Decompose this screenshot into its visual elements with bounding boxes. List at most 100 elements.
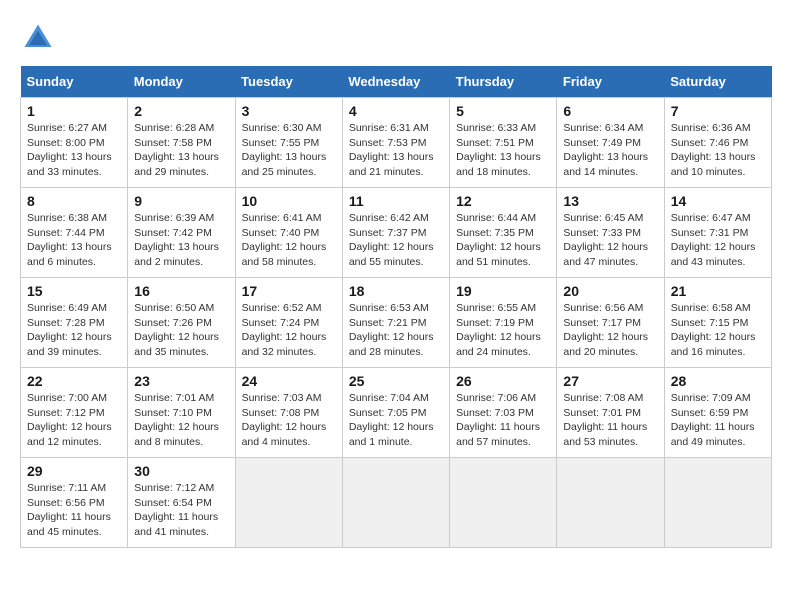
day-info: Sunrise: 7:09 AMSunset: 6:59 PMDaylight:… bbox=[671, 391, 765, 450]
weekday-header-friday: Friday bbox=[557, 66, 664, 98]
day-info: Sunrise: 6:33 AMSunset: 7:51 PMDaylight:… bbox=[456, 121, 550, 180]
calendar-cell bbox=[342, 458, 449, 548]
day-info: Sunrise: 7:00 AMSunset: 7:12 PMDaylight:… bbox=[27, 391, 121, 450]
day-number: 18 bbox=[349, 283, 443, 299]
day-number: 27 bbox=[563, 373, 657, 389]
calendar-cell: 19 Sunrise: 6:55 AMSunset: 7:19 PMDayligh… bbox=[450, 278, 557, 368]
day-info: Sunrise: 6:41 AMSunset: 7:40 PMDaylight:… bbox=[242, 211, 336, 270]
calendar-cell: 16 Sunrise: 6:50 AMSunset: 7:26 PMDayligh… bbox=[128, 278, 235, 368]
calendar-cell: 29 Sunrise: 7:11 AMSunset: 6:56 PMDayligh… bbox=[21, 458, 128, 548]
day-number: 7 bbox=[671, 103, 765, 119]
calendar-week-6: 29 Sunrise: 7:11 AMSunset: 6:56 PMDayligh… bbox=[21, 458, 772, 548]
calendar-cell bbox=[450, 458, 557, 548]
calendar-cell bbox=[664, 458, 771, 548]
day-number: 5 bbox=[456, 103, 550, 119]
day-number: 15 bbox=[27, 283, 121, 299]
calendar-cell: 25 Sunrise: 7:04 AMSunset: 7:05 PMDayligh… bbox=[342, 368, 449, 458]
calendar-cell: 20 Sunrise: 6:56 AMSunset: 7:17 PMDayligh… bbox=[557, 278, 664, 368]
day-number: 2 bbox=[134, 103, 228, 119]
day-info: Sunrise: 6:30 AMSunset: 7:55 PMDaylight:… bbox=[242, 121, 336, 180]
day-info: Sunrise: 7:11 AMSunset: 6:56 PMDaylight:… bbox=[27, 481, 121, 540]
calendar-cell bbox=[557, 458, 664, 548]
day-info: Sunrise: 6:27 AMSunset: 8:00 PMDaylight:… bbox=[27, 121, 121, 180]
calendar-cell: 15 Sunrise: 6:49 AMSunset: 7:28 PMDayligh… bbox=[21, 278, 128, 368]
day-number: 11 bbox=[349, 193, 443, 209]
logo bbox=[20, 20, 62, 56]
day-number: 16 bbox=[134, 283, 228, 299]
calendar-cell: 30 Sunrise: 7:12 AMSunset: 6:54 PMDayligh… bbox=[128, 458, 235, 548]
day-info: Sunrise: 6:38 AMSunset: 7:44 PMDaylight:… bbox=[27, 211, 121, 270]
day-number: 26 bbox=[456, 373, 550, 389]
day-info: Sunrise: 6:28 AMSunset: 7:58 PMDaylight:… bbox=[134, 121, 228, 180]
day-info: Sunrise: 6:56 AMSunset: 7:17 PMDaylight:… bbox=[563, 301, 657, 360]
weekday-header-sunday: Sunday bbox=[21, 66, 128, 98]
calendar-cell: 2 Sunrise: 6:28 AMSunset: 7:58 PMDaylight… bbox=[128, 98, 235, 188]
day-info: Sunrise: 7:12 AMSunset: 6:54 PMDaylight:… bbox=[134, 481, 228, 540]
day-number: 9 bbox=[134, 193, 228, 209]
day-info: Sunrise: 6:49 AMSunset: 7:28 PMDaylight:… bbox=[27, 301, 121, 360]
day-info: Sunrise: 6:31 AMSunset: 7:53 PMDaylight:… bbox=[349, 121, 443, 180]
calendar-cell: 10 Sunrise: 6:41 AMSunset: 7:40 PMDayligh… bbox=[235, 188, 342, 278]
day-number: 13 bbox=[563, 193, 657, 209]
weekday-header-tuesday: Tuesday bbox=[235, 66, 342, 98]
calendar-table: SundayMondayTuesdayWednesdayThursdayFrid… bbox=[20, 66, 772, 548]
day-number: 6 bbox=[563, 103, 657, 119]
calendar-week-2: 1Sunrise: 6:27 AMSunset: 8:00 PMDaylight… bbox=[21, 98, 772, 188]
day-info: Sunrise: 6:53 AMSunset: 7:21 PMDaylight:… bbox=[349, 301, 443, 360]
calendar-cell: 18 Sunrise: 6:53 AMSunset: 7:21 PMDayligh… bbox=[342, 278, 449, 368]
day-number: 30 bbox=[134, 463, 228, 479]
calendar-cell: 4 Sunrise: 6:31 AMSunset: 7:53 PMDaylight… bbox=[342, 98, 449, 188]
day-info: Sunrise: 6:39 AMSunset: 7:42 PMDaylight:… bbox=[134, 211, 228, 270]
day-number: 17 bbox=[242, 283, 336, 299]
calendar-cell: 6 Sunrise: 6:34 AMSunset: 7:49 PMDaylight… bbox=[557, 98, 664, 188]
logo-icon bbox=[20, 20, 56, 56]
calendar-week-3: 8 Sunrise: 6:38 AMSunset: 7:44 PMDaylight… bbox=[21, 188, 772, 278]
day-number: 25 bbox=[349, 373, 443, 389]
day-number: 3 bbox=[242, 103, 336, 119]
calendar-cell: 24 Sunrise: 7:03 AMSunset: 7:08 PMDayligh… bbox=[235, 368, 342, 458]
weekday-header-wednesday: Wednesday bbox=[342, 66, 449, 98]
day-number: 19 bbox=[456, 283, 550, 299]
calendar-cell: 1Sunrise: 6:27 AMSunset: 8:00 PMDaylight… bbox=[21, 98, 128, 188]
day-number: 29 bbox=[27, 463, 121, 479]
day-info: Sunrise: 6:55 AMSunset: 7:19 PMDaylight:… bbox=[456, 301, 550, 360]
calendar-cell: 27 Sunrise: 7:08 AMSunset: 7:01 PMDayligh… bbox=[557, 368, 664, 458]
weekday-header-row: SundayMondayTuesdayWednesdayThursdayFrid… bbox=[21, 66, 772, 98]
calendar-week-5: 22 Sunrise: 7:00 AMSunset: 7:12 PMDayligh… bbox=[21, 368, 772, 458]
calendar-cell: 17 Sunrise: 6:52 AMSunset: 7:24 PMDayligh… bbox=[235, 278, 342, 368]
calendar-cell: 22 Sunrise: 7:00 AMSunset: 7:12 PMDayligh… bbox=[21, 368, 128, 458]
day-info: Sunrise: 6:44 AMSunset: 7:35 PMDaylight:… bbox=[456, 211, 550, 270]
day-number: 23 bbox=[134, 373, 228, 389]
day-number: 21 bbox=[671, 283, 765, 299]
day-info: Sunrise: 6:50 AMSunset: 7:26 PMDaylight:… bbox=[134, 301, 228, 360]
day-number: 8 bbox=[27, 193, 121, 209]
day-info: Sunrise: 7:06 AMSunset: 7:03 PMDaylight:… bbox=[456, 391, 550, 450]
calendar-cell: 7 Sunrise: 6:36 AMSunset: 7:46 PMDaylight… bbox=[664, 98, 771, 188]
weekday-header-monday: Monday bbox=[128, 66, 235, 98]
calendar-cell: 21 Sunrise: 6:58 AMSunset: 7:15 PMDayligh… bbox=[664, 278, 771, 368]
calendar-cell: 11Sunrise: 6:42 AMSunset: 7:37 PMDayligh… bbox=[342, 188, 449, 278]
day-info: Sunrise: 6:36 AMSunset: 7:46 PMDaylight:… bbox=[671, 121, 765, 180]
day-info: Sunrise: 7:08 AMSunset: 7:01 PMDaylight:… bbox=[563, 391, 657, 450]
calendar-cell: 28Sunrise: 7:09 AMSunset: 6:59 PMDayligh… bbox=[664, 368, 771, 458]
day-number: 24 bbox=[242, 373, 336, 389]
day-number: 22 bbox=[27, 373, 121, 389]
day-number: 4 bbox=[349, 103, 443, 119]
day-info: Sunrise: 7:03 AMSunset: 7:08 PMDaylight:… bbox=[242, 391, 336, 450]
day-info: Sunrise: 7:04 AMSunset: 7:05 PMDaylight:… bbox=[349, 391, 443, 450]
weekday-header-thursday: Thursday bbox=[450, 66, 557, 98]
day-number: 14 bbox=[671, 193, 765, 209]
calendar-cell: 23Sunrise: 7:01 AMSunset: 7:10 PMDayligh… bbox=[128, 368, 235, 458]
calendar-cell bbox=[235, 458, 342, 548]
day-number: 20 bbox=[563, 283, 657, 299]
calendar-cell: 14 Sunrise: 6:47 AMSunset: 7:31 PMDayligh… bbox=[664, 188, 771, 278]
weekday-header-saturday: Saturday bbox=[664, 66, 771, 98]
day-info: Sunrise: 6:34 AMSunset: 7:49 PMDaylight:… bbox=[563, 121, 657, 180]
day-number: 10 bbox=[242, 193, 336, 209]
day-info: Sunrise: 6:52 AMSunset: 7:24 PMDaylight:… bbox=[242, 301, 336, 360]
calendar-cell: 12Sunrise: 6:44 AMSunset: 7:35 PMDayligh… bbox=[450, 188, 557, 278]
calendar-cell: 9 Sunrise: 6:39 AMSunset: 7:42 PMDaylight… bbox=[128, 188, 235, 278]
day-info: Sunrise: 6:58 AMSunset: 7:15 PMDaylight:… bbox=[671, 301, 765, 360]
day-info: Sunrise: 6:47 AMSunset: 7:31 PMDaylight:… bbox=[671, 211, 765, 270]
calendar-cell: 3 Sunrise: 6:30 AMSunset: 7:55 PMDaylight… bbox=[235, 98, 342, 188]
